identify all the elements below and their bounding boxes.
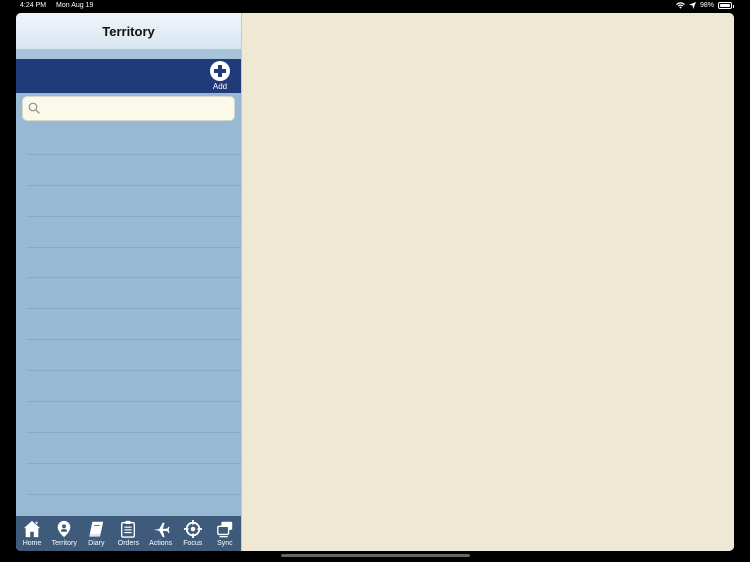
status-right: 98%	[676, 2, 734, 9]
list-item[interactable]	[27, 340, 241, 372]
tab-orders-label: Orders	[117, 540, 140, 547]
sidebar: Territory Add Home Territory Diary Order…	[16, 13, 241, 551]
target-icon	[183, 520, 202, 538]
battery-icon	[718, 2, 734, 9]
territory-list	[27, 124, 241, 526]
nav-header: Territory	[16, 13, 241, 49]
search-bar	[23, 97, 234, 120]
status-time: 4:24 PM	[20, 2, 47, 9]
tab-focus-label: Focus	[183, 540, 203, 547]
tab-actions-label: Actions	[149, 540, 173, 547]
map-pin-icon	[57, 520, 71, 538]
tab-home[interactable]: Home	[17, 520, 47, 547]
battery-percent: 98%	[699, 2, 714, 9]
list-item[interactable]	[27, 371, 241, 403]
search-input[interactable]	[43, 97, 229, 120]
tab-focus[interactable]: Focus	[178, 520, 208, 547]
list-item[interactable]	[27, 464, 241, 495]
header-divider	[16, 49, 241, 59]
add-button[interactable]: Add	[207, 61, 233, 93]
toolbar: Add	[16, 59, 241, 93]
detail-pane	[241, 13, 734, 551]
tab-territory-label: Territory	[51, 540, 77, 547]
page-title: Territory	[102, 23, 155, 39]
list-item[interactable]	[27, 248, 241, 279]
list-item[interactable]	[27, 124, 241, 155]
location-arrow-icon	[688, 2, 696, 9]
app-window: Territory Add Home Territory Diary Order…	[16, 13, 734, 551]
status-bar: 4:24 PM Mon Aug 19 98%	[0, 0, 750, 13]
home-indicator[interactable]	[281, 554, 470, 557]
clipboard-icon	[121, 520, 136, 538]
search-icon	[28, 102, 40, 114]
list-item[interactable]	[27, 309, 241, 341]
list-item[interactable]	[27, 278, 241, 310]
plus-circle-icon	[210, 61, 230, 81]
tab-diary-label: Diary	[88, 540, 105, 547]
home-icon	[23, 520, 41, 538]
plane-icon	[153, 522, 170, 538]
sync-icon	[217, 521, 233, 538]
add-button-label: Add	[212, 82, 228, 91]
list-item[interactable]	[27, 186, 241, 217]
battery-level	[720, 4, 730, 7]
tab-home-label: Home	[22, 540, 42, 547]
tab-sync-label: Sync	[217, 540, 233, 547]
status-left: 4:24 PM Mon Aug 19	[20, 2, 101, 9]
list-item[interactable]	[27, 402, 241, 433]
tab-actions[interactable]: Actions	[146, 520, 176, 547]
status-date: Mon Aug 19	[56, 2, 94, 9]
book-icon	[89, 521, 104, 537]
tab-diary[interactable]: Diary	[81, 520, 111, 547]
tab-orders[interactable]: Orders	[113, 520, 143, 547]
wifi-icon	[676, 2, 685, 9]
tab-sync[interactable]: Sync	[210, 520, 240, 547]
list-item[interactable]	[27, 217, 241, 248]
list-item[interactable]	[27, 155, 241, 186]
list-item[interactable]	[27, 433, 241, 464]
tab-territory[interactable]: Territory	[49, 520, 79, 547]
tab-bar: Home Territory Diary Orders Actions Focu…	[16, 516, 241, 551]
